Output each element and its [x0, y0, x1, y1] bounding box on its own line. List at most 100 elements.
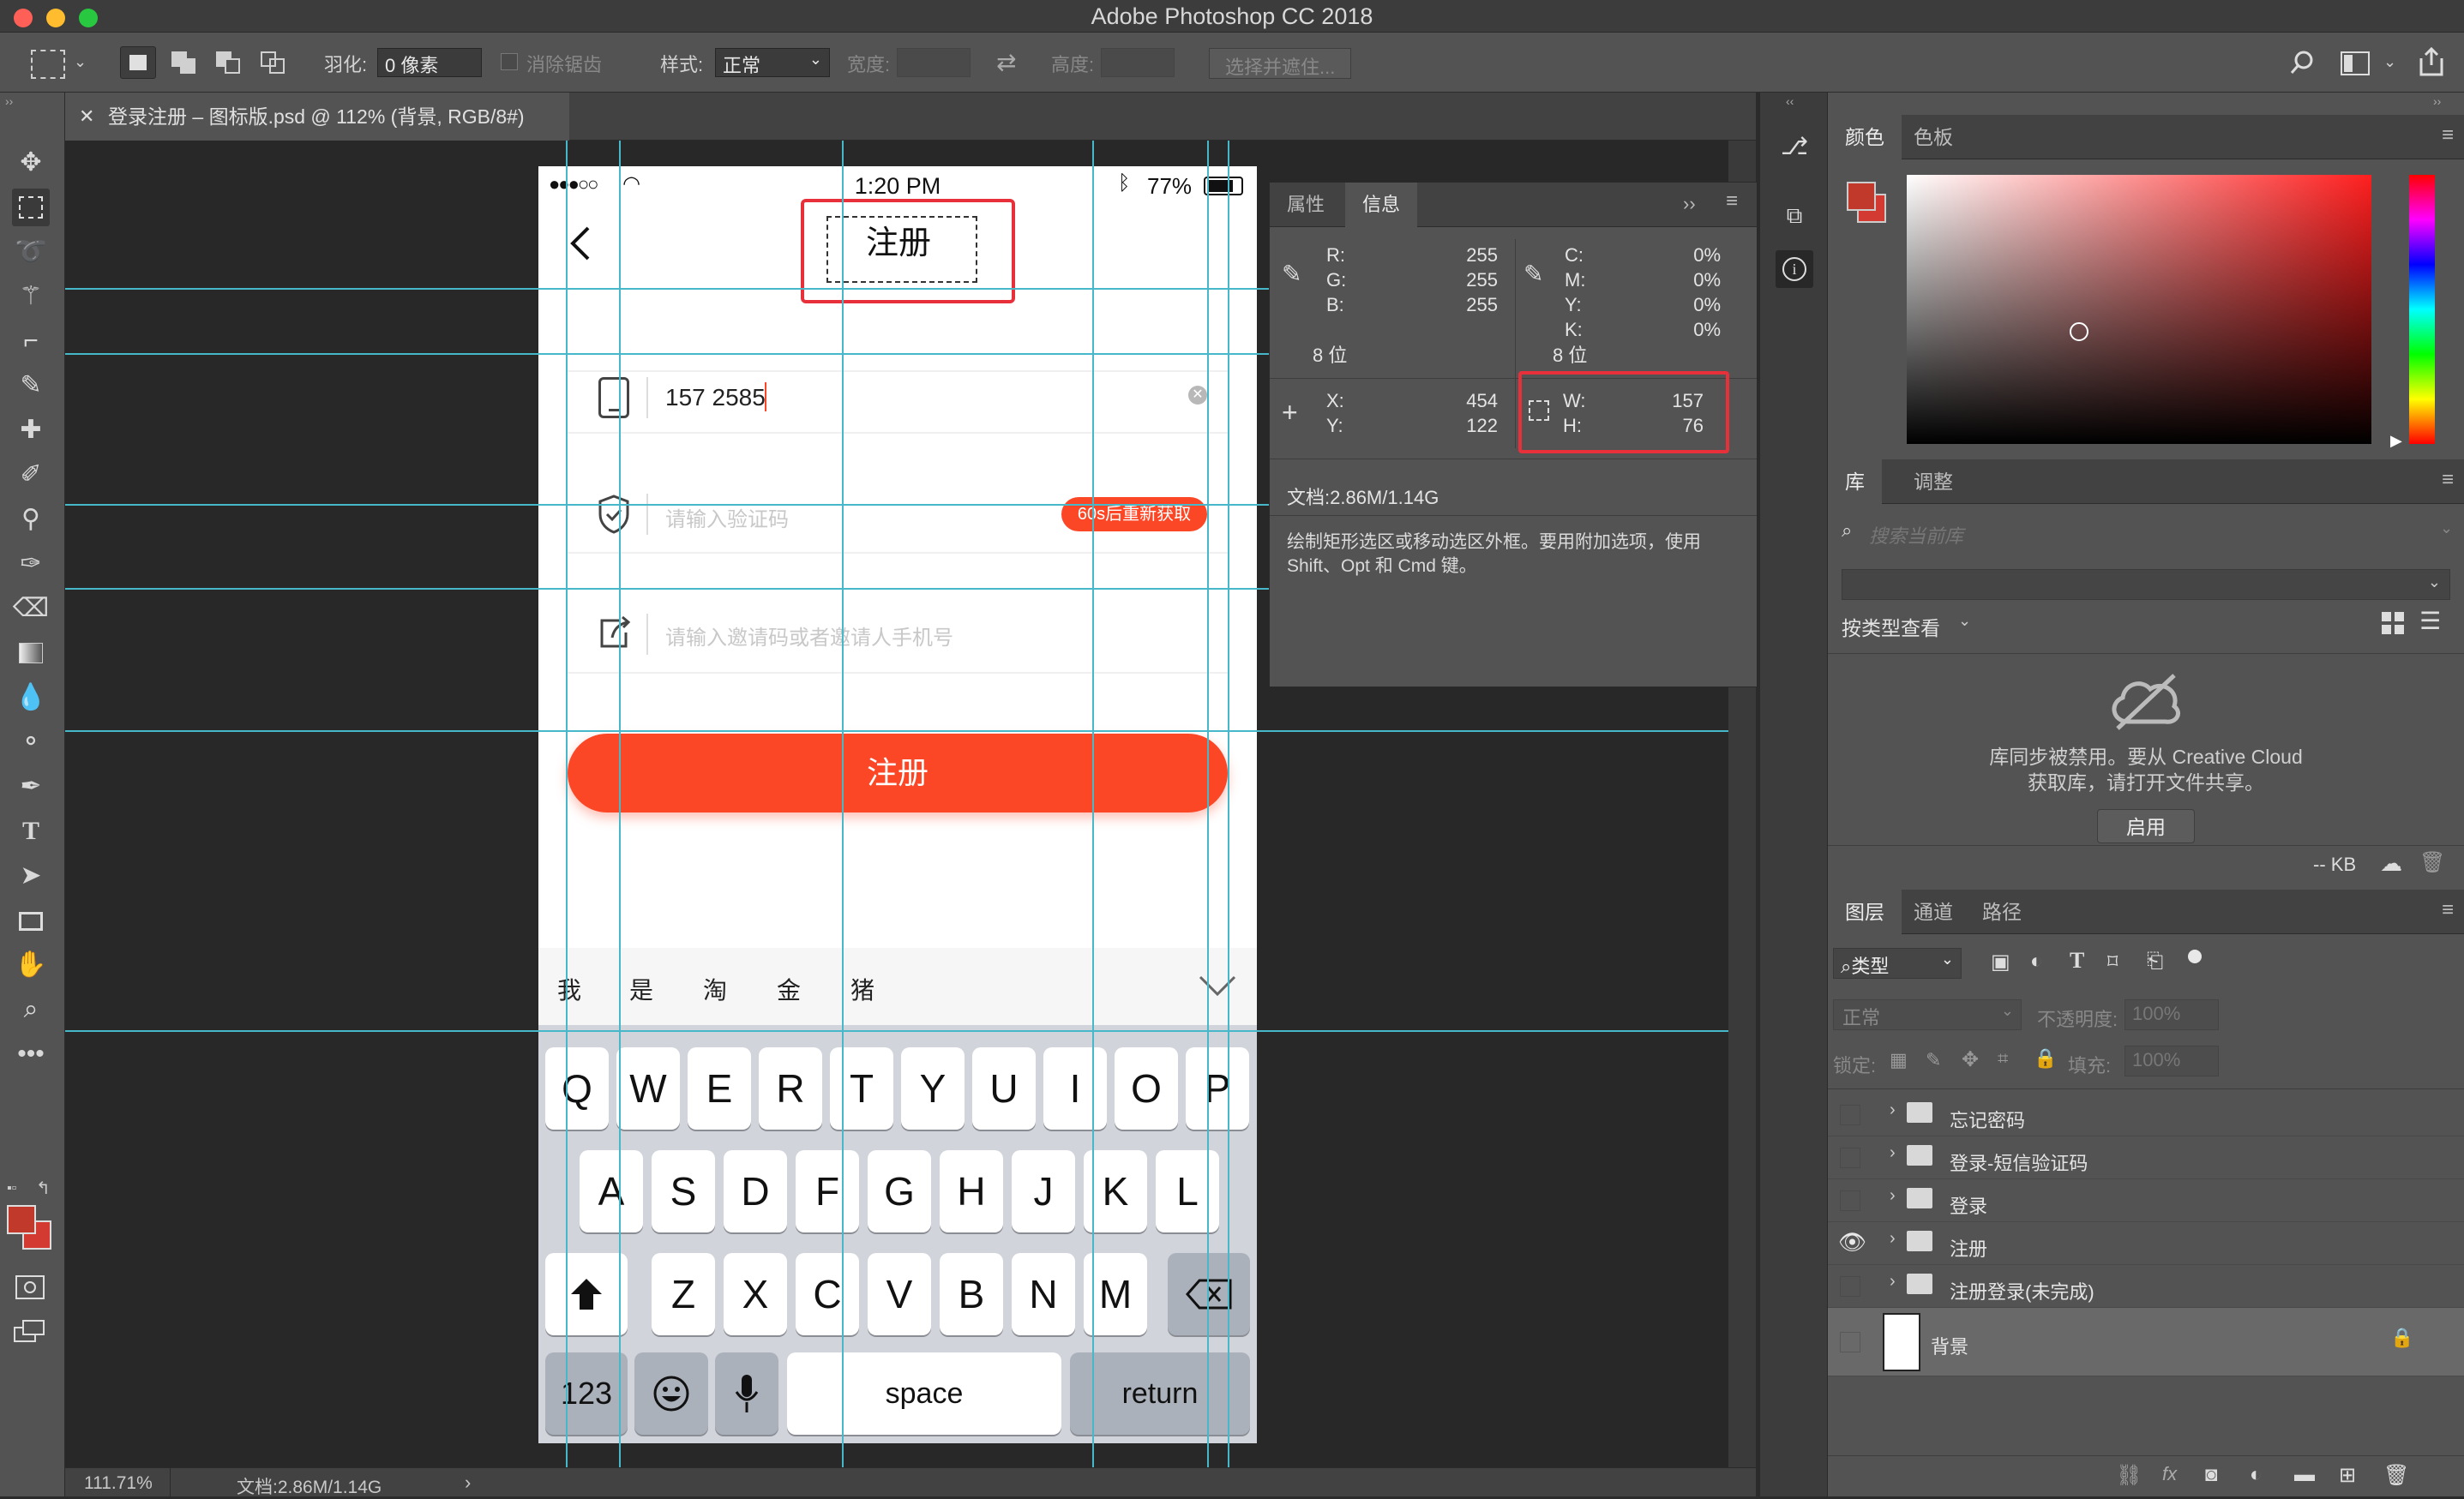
microphone-key[interactable] — [715, 1352, 778, 1435]
fill-input[interactable]: 100% — [2124, 1046, 2219, 1076]
key[interactable]: C — [796, 1253, 859, 1335]
rect-marquee-tool-icon[interactable] — [12, 189, 50, 226]
invite-input[interactable]: 请输入邀请码或者邀请人手机号 — [665, 621, 953, 651]
workspace-icon[interactable] — [2341, 51, 2370, 75]
panel-menu-icon[interactable]: ≡ — [2442, 898, 2454, 922]
visibility-toggle[interactable] — [1840, 1148, 1860, 1168]
layer-row[interactable]: › 忘记密码 — [1828, 1094, 2464, 1136]
key[interactable]: R — [759, 1047, 822, 1130]
visibility-toggle[interactable] — [1840, 1276, 1860, 1297]
fx-icon[interactable]: fx — [2162, 1463, 2177, 1485]
search-icon[interactable] — [2289, 50, 2315, 75]
lasso-tool-icon[interactable]: ➰ — [12, 233, 50, 271]
key[interactable]: U — [972, 1047, 1036, 1130]
collapse-icon[interactable]: ›› — [2433, 94, 2441, 108]
numbers-key[interactable]: 123 — [545, 1352, 628, 1435]
chevron-right-icon[interactable]: › — [465, 1472, 471, 1494]
tab-layers[interactable]: 图层 — [1828, 890, 1902, 934]
tab-properties[interactable]: 属性 — [1270, 183, 1342, 227]
height-input[interactable] — [1101, 48, 1175, 77]
chevron-right-icon[interactable]: › — [1890, 1143, 1896, 1163]
key[interactable]: A — [580, 1150, 643, 1232]
key[interactable]: I — [1043, 1047, 1107, 1130]
view-by-type[interactable]: 按类型查看 — [1842, 612, 1940, 641]
key[interactable]: V — [868, 1253, 931, 1335]
filter-type-icon[interactable]: T — [2070, 948, 2084, 974]
pen-tool-icon[interactable]: ✒ — [12, 768, 50, 806]
add-mask-icon[interactable]: ◙ — [2205, 1463, 2218, 1487]
lock-all-icon[interactable]: 🔒 — [2034, 1047, 2057, 1070]
rectangle-tool-icon[interactable] — [12, 902, 50, 939]
layer-row[interactable]: › 登录-短信验证码 — [1828, 1136, 2464, 1179]
stamp-tool-icon[interactable]: ⚲ — [12, 501, 50, 538]
new-selection-button[interactable] — [120, 46, 156, 79]
chevron-down-icon[interactable] — [1199, 974, 1236, 998]
chevron-down-icon[interactable]: ⌄ — [74, 53, 87, 71]
share-icon[interactable] — [2418, 46, 2445, 77]
default-colors-icon[interactable]: ▪▫ — [7, 1181, 16, 1196]
cloud-sync-icon[interactable]: ☁ — [2380, 850, 2402, 877]
tab-library[interactable]: 库 — [1828, 459, 1882, 504]
opacity-input[interactable]: 100% — [2124, 999, 2219, 1030]
move-tool-icon[interactable]: ✥ — [12, 144, 50, 182]
key[interactable]: E — [688, 1047, 751, 1130]
panel-menu-icon[interactable]: ≡ — [2442, 123, 2454, 147]
key[interactable]: N — [1012, 1253, 1075, 1335]
resend-code-button[interactable]: 60s后重新获取 — [1061, 497, 1207, 531]
filter-toggle-icon[interactable] — [2188, 950, 2202, 963]
magic-wand-tool-icon[interactable]: ⚚ — [12, 278, 50, 315]
code-input[interactable]: 请输入验证码 — [665, 502, 789, 532]
grid-view-icon[interactable] — [2382, 612, 2404, 634]
chevron-right-icon[interactable]: › — [1890, 1186, 1896, 1206]
key[interactable]: D — [724, 1150, 787, 1232]
healing-brush-tool-icon[interactable]: ✚ — [12, 411, 50, 449]
candidate-word[interactable]: 猪 — [850, 972, 874, 1006]
visibility-toggle[interactable] — [1840, 1332, 1860, 1352]
candidate-word[interactable]: 是 — [629, 972, 653, 1006]
tab-swatches[interactable]: 色板 — [1896, 115, 1970, 159]
key[interactable]: T — [830, 1047, 893, 1130]
lock-artboard-icon[interactable]: ⌗ — [1998, 1047, 2008, 1070]
lock-position-icon[interactable]: ✥ — [1962, 1047, 1979, 1072]
key[interactable]: S — [652, 1150, 715, 1232]
hue-slider-handle[interactable]: ▶ — [2390, 432, 2402, 450]
blend-mode-select[interactable]: 正常 ⌄ — [1833, 999, 2022, 1030]
collapse-icon[interactable]: ›› — [5, 94, 13, 108]
chevron-right-icon[interactable]: › — [1890, 1100, 1896, 1120]
color-picker-handle[interactable] — [2070, 322, 2088, 341]
key[interactable]: J — [1012, 1150, 1075, 1232]
visibility-toggle[interactable] — [1840, 1190, 1860, 1211]
panel-menu-icon[interactable]: ≡ — [1726, 189, 1738, 213]
chevron-down-icon[interactable]: ⌄ — [2383, 53, 2396, 71]
key[interactable]: L — [1156, 1150, 1219, 1232]
lock-pixels-icon[interactable]: ✎ — [1926, 1049, 1941, 1071]
library-search-input[interactable]: 搜索当前库 — [1869, 521, 1963, 549]
filter-shape-icon[interactable]: ⌑ — [2107, 950, 2118, 974]
phone-input[interactable]: 157 2585 — [665, 384, 766, 411]
tab-adjust[interactable]: 调整 — [1896, 459, 1970, 504]
enable-button[interactable]: 启用 — [2097, 809, 2195, 843]
library-select[interactable]: ⌄ — [1842, 569, 2450, 600]
filter-adjustment-icon[interactable]: ◐ — [2030, 950, 2043, 974]
collapse-icon[interactable]: ‹‹ — [1786, 94, 1794, 108]
new-layer-icon[interactable]: ⊞ — [2339, 1463, 2356, 1488]
register-button[interactable]: 注册 — [568, 734, 1228, 812]
candidate-word[interactable]: 淘 — [703, 972, 727, 1006]
key[interactable]: F — [796, 1150, 859, 1232]
marquee-tool-preset-icon[interactable] — [31, 50, 65, 79]
layer-row[interactable]: › 注册登录(未完成) — [1828, 1265, 2464, 1308]
space-key[interactable]: space — [787, 1352, 1061, 1435]
chevron-down-icon[interactable]: ⌄ — [1958, 612, 1971, 630]
key[interactable]: Y — [901, 1047, 965, 1130]
artboard-phone[interactable]: ●●●○○ ◠ 1:20 PM ᛒ 77% 注册 157 2585 ✕ 请输入验… — [538, 166, 1257, 1443]
hue-slider[interactable] — [2409, 175, 2435, 444]
tab-color[interactable]: 颜色 — [1828, 115, 1902, 159]
color-field[interactable] — [1907, 175, 2371, 444]
layer-row[interactable]: › 登录 — [1828, 1179, 2464, 1222]
tab-info[interactable]: 信息 — [1345, 183, 1418, 227]
trash-icon[interactable]: 🗑 — [2419, 850, 2445, 875]
key[interactable]: B — [940, 1253, 1003, 1335]
info-panel-icon[interactable]: i — [1776, 250, 1813, 288]
lock-transparent-icon[interactable]: ▦ — [1890, 1049, 1908, 1071]
dodge-tool-icon[interactable]: ⚬ — [12, 723, 50, 761]
